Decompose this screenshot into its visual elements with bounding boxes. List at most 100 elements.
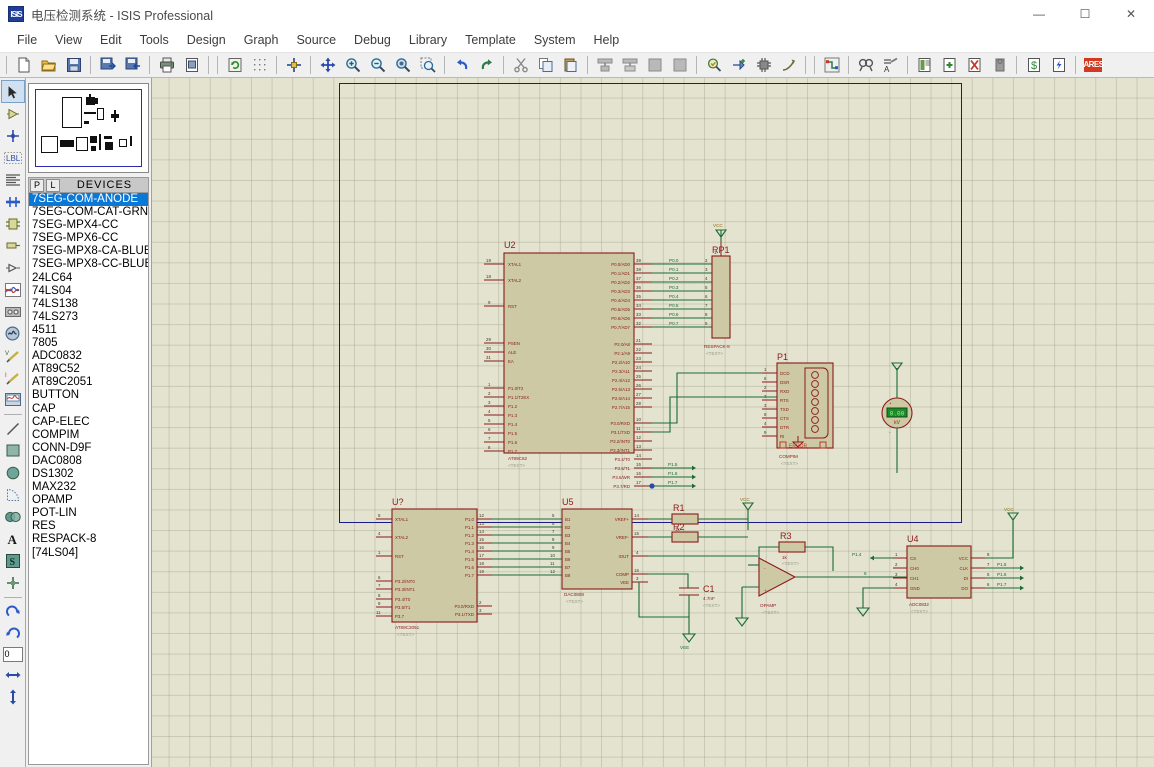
device-list-item[interactable]: POT-LIN [29,507,148,520]
rotate-anticlockwise-icon[interactable] [2,623,24,644]
component-rp1-respack8[interactable]: RP1 RESPACK-8 <TEXT> 1 2345 6789 VCC [704,223,731,356]
subcircuit-mode-icon[interactable] [2,213,24,234]
draw-line-icon[interactable] [2,418,24,439]
new-file-icon[interactable] [12,54,35,76]
device-list-item[interactable]: 4511 [29,324,148,337]
component-u5-dac0808[interactable]: U5 DAC0808 <TEXT> 5678 9101112 B1B2B3B4 … [550,497,648,604]
print-icon[interactable] [155,54,178,76]
device-list-item[interactable]: BUTTON [29,389,148,402]
component-c1-capacitor[interactable]: C1 4.7nF <TEXT> [638,573,720,618]
device-list-item[interactable]: [74LS04] [29,547,148,560]
save-file-icon[interactable] [62,54,85,76]
schematic-overview-preview[interactable] [28,83,149,173]
exit-sheet-icon[interactable] [988,54,1011,76]
pick-device-icon[interactable] [702,54,725,76]
make-device-icon[interactable] [727,54,750,76]
device-list-item[interactable]: 74LS04 [29,285,148,298]
menu-debug[interactable]: Debug [345,30,400,50]
voltage-probe-icon[interactable]: V [2,345,24,366]
menu-system[interactable]: System [525,30,585,50]
bill-of-materials-icon[interactable]: $ [1022,54,1045,76]
wire-label-icon[interactable]: LBL [2,147,24,168]
print-area-icon[interactable] [180,54,203,76]
device-list-item[interactable]: 7SEG-MPX8-CA-BLUE [29,245,148,258]
rotate-clockwise-icon[interactable] [2,601,24,622]
refresh-icon[interactable] [223,54,246,76]
ares-netlist-icon[interactable]: ARES [1081,54,1104,76]
component-u-at89c2051[interactable]: U? AT89C2051 <TEXT> 541 678 911 XTAL1XTA… [376,497,492,637]
decompose-icon[interactable] [777,54,800,76]
redo-icon[interactable] [475,54,498,76]
generator-mode-icon[interactable] [2,323,24,344]
mirror-vertical-icon[interactable] [2,686,24,707]
menu-help[interactable]: Help [585,30,629,50]
remove-sheet-icon[interactable] [963,54,986,76]
menu-template[interactable]: Template [456,30,525,50]
schematic-grid[interactable]: .bod { fill:#cdc9a5; stroke:#8b1a1a; str… [152,78,1154,767]
device-list-item[interactable]: CAP [29,403,148,416]
device-list-item[interactable]: AT89C52 [29,363,148,376]
bus-mode-icon[interactable] [2,191,24,212]
paste-icon[interactable] [559,54,582,76]
packaging-tool-icon[interactable] [752,54,775,76]
device-list-item[interactable]: DAC0808 [29,455,148,468]
device-list-item[interactable]: CONN-D9F [29,442,148,455]
device-list-item[interactable]: 7SEG-COM-ANODE [29,193,148,207]
schematic-canvas-container[interactable]: .bod { fill:#cdc9a5; stroke:#8b1a1a; str… [152,78,1154,767]
device-list-item[interactable]: 7SEG-COM-CAT-GRN [29,206,148,219]
devices-list[interactable]: 7SEG-COM-ANODE 7SEG-COM-CAT-GRN 7SEG-MPX4-… [28,192,149,765]
device-list-item[interactable]: RESPACK-8 [29,533,148,546]
device-list-item[interactable]: 24LC64 [29,272,148,285]
menu-edit[interactable]: Edit [91,30,131,50]
device-list-item[interactable]: COMPIM [29,429,148,442]
draw-circle-icon[interactable] [2,462,24,483]
block-delete-icon[interactable] [668,54,691,76]
device-list-item[interactable]: CAP-ELEC [29,416,148,429]
wire-p0-bus[interactable] [652,263,712,328]
pan-icon[interactable] [316,54,339,76]
component-dc-voltmeter[interactable]: 0.00 kV + - [881,362,913,473]
draw-path-icon[interactable] [2,506,24,527]
device-list-item[interactable]: 7SEG-MPX4-CC [29,219,148,232]
junction-dot-icon[interactable] [2,125,24,146]
search-tag-icon[interactable] [854,54,877,76]
electrical-rule-check-icon[interactable] [1047,54,1070,76]
device-list-item[interactable]: OPAMP [29,494,148,507]
device-list-item[interactable]: 7805 [29,337,148,350]
open-file-icon[interactable] [37,54,60,76]
component-r2-resistor[interactable]: R2 [648,522,718,543]
wire-autorouter-icon[interactable] [820,54,843,76]
draw-text-icon[interactable]: A [2,528,24,549]
zoom-in-icon[interactable] [341,54,364,76]
mirror-horizontal-icon[interactable] [2,664,24,685]
power-vcc-rp1[interactable]: VCC [713,223,728,241]
component-u2-at89c52[interactable]: U2 AT89C52 <TEXT> 19189 293031 123 456 7… [484,240,652,489]
maximize-button[interactable]: ☐ [1062,0,1108,28]
power-vee-c1[interactable]: VEE [680,617,697,650]
menu-graph[interactable]: Graph [235,30,288,50]
menu-design[interactable]: Design [178,30,235,50]
minimize-button[interactable]: — [1016,0,1062,28]
schematic-drawing[interactable]: .bod { fill:#cdc9a5; stroke:#8b1a1a; str… [152,78,1154,767]
current-probe-icon[interactable]: I [2,367,24,388]
export-section-icon[interactable] [121,54,144,76]
device-list-item[interactable]: 74LS273 [29,311,148,324]
import-section-icon[interactable] [96,54,119,76]
undo-icon[interactable] [450,54,473,76]
menu-library[interactable]: Library [400,30,456,50]
device-pin-mode-icon[interactable] [2,257,24,278]
component-p1-compim[interactable]: P1 COMPIM <TEXT> 1627 3849 DCDDSRRXDRTS … [762,352,834,466]
component-mode-icon[interactable] [2,103,24,124]
power-vcc-opamp[interactable]: VCC [718,497,755,538]
draw-marker-icon[interactable] [2,572,24,593]
selection-mode-icon[interactable] [0,80,25,103]
block-rotate-icon[interactable] [643,54,666,76]
text-script-icon[interactable] [2,169,24,190]
copy-icon[interactable] [534,54,557,76]
menu-tools[interactable]: Tools [131,30,178,50]
tape-recorder-icon[interactable] [2,301,24,322]
device-list-item[interactable]: MAX232 [29,481,148,494]
rotation-angle-input[interactable]: 0 [2,647,23,662]
draw-symbol-icon[interactable]: S [2,550,24,571]
toggle-grid-icon[interactable] [248,54,271,76]
